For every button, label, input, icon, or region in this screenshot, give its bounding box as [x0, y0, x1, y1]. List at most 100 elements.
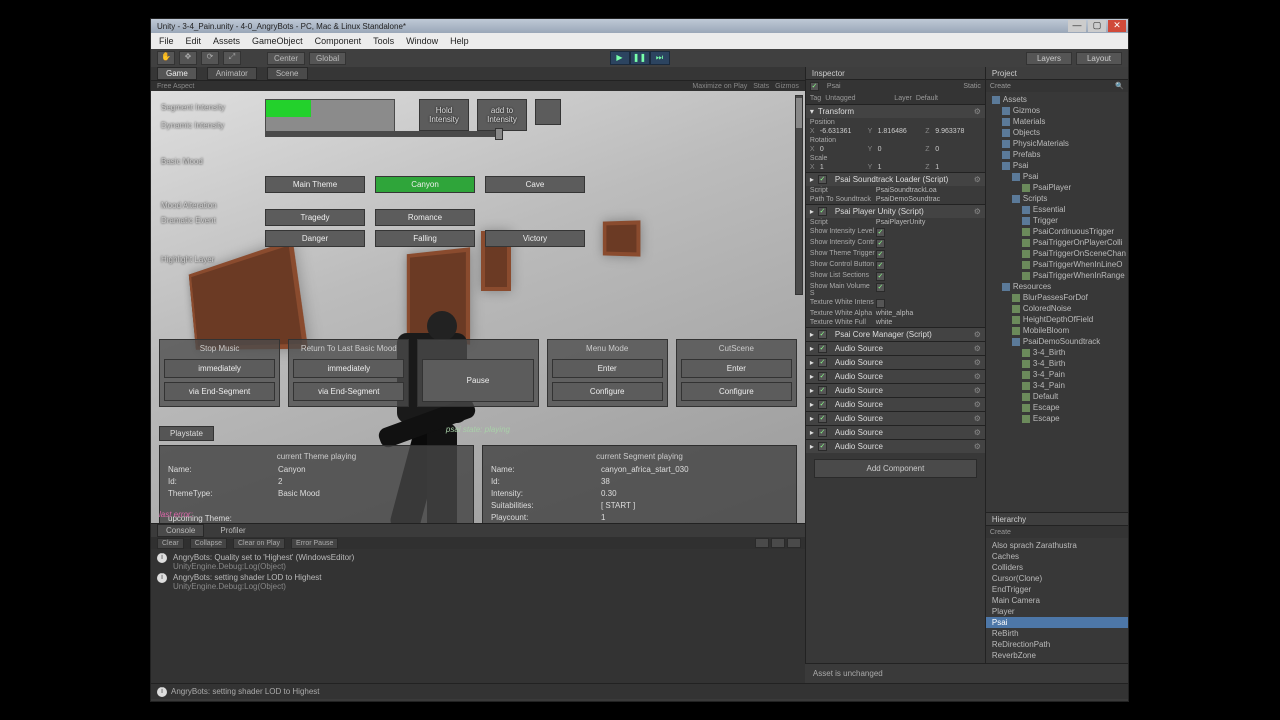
menu-tools[interactable]: Tools: [373, 36, 394, 46]
mood-danger[interactable]: Danger: [265, 230, 365, 247]
property-value[interactable]: white: [876, 319, 892, 326]
tab-animator[interactable]: Animator: [207, 67, 257, 80]
component-enabled-checkbox[interactable]: ✓: [818, 442, 827, 451]
component-enabled-checkbox[interactable]: ✓: [818, 400, 827, 409]
gear-icon[interactable]: ⚙: [974, 386, 981, 395]
play-button[interactable]: ▶: [610, 51, 630, 65]
hierarchy-item[interactable]: Cursor(Clone): [986, 573, 1128, 584]
theme-main[interactable]: Main Theme: [265, 176, 365, 193]
error-filter-icon[interactable]: [787, 538, 801, 548]
menu-help[interactable]: Help: [450, 36, 469, 46]
component-enabled-checkbox[interactable]: ✓: [818, 207, 827, 216]
playstate-tab[interactable]: Playstate: [159, 426, 214, 441]
move-tool-icon[interactable]: ✥: [179, 51, 197, 65]
theme-canyon[interactable]: Canyon: [375, 176, 475, 193]
space-toggle[interactable]: Global: [309, 52, 346, 65]
layer-dropdown[interactable]: Default: [916, 95, 981, 102]
menu-edit[interactable]: Edit: [186, 36, 202, 46]
hierarchy-create-dropdown[interactable]: Create: [990, 529, 1011, 536]
component-enabled-checkbox[interactable]: ✓: [818, 414, 827, 423]
menu-file[interactable]: File: [159, 36, 174, 46]
hierarchy-tree[interactable]: Also sprach ZarathustraCachesCollidersCu…: [986, 538, 1128, 663]
rotate-tool-icon[interactable]: ⟳: [201, 51, 219, 65]
theme-cave[interactable]: Cave: [485, 176, 585, 193]
tree-item[interactable]: 3-4_Pain: [986, 369, 1128, 380]
console-errorpause[interactable]: Error Pause: [291, 538, 338, 549]
mood-victory[interactable]: Victory: [485, 230, 585, 247]
gear-icon[interactable]: ⚙: [974, 358, 981, 367]
search-icon[interactable]: 🔍: [1115, 82, 1124, 90]
stats-toggle[interactable]: Stats: [753, 83, 769, 90]
hierarchy-item[interactable]: ReBirth: [986, 628, 1128, 639]
tree-item[interactable]: PsaiDemoSoundtrack: [986, 336, 1128, 347]
property-checkbox[interactable]: ✓: [876, 261, 885, 270]
add-component-button[interactable]: Add Component: [814, 459, 977, 478]
tree-item[interactable]: Trigger: [986, 215, 1128, 226]
intensity-slider[interactable]: [265, 131, 503, 137]
mood-romance[interactable]: Romance: [375, 209, 475, 226]
pause-button[interactable]: ❚❚: [630, 51, 650, 65]
component-enabled-checkbox[interactable]: ✓: [818, 175, 827, 184]
hierarchy-item[interactable]: ReDirectionPath: [986, 639, 1128, 650]
project-tree[interactable]: AssetsGizmosMaterialsObjectsPhysicMateri…: [986, 92, 1128, 512]
console-clearonplay[interactable]: Clear on Play: [233, 538, 285, 549]
gear-icon[interactable]: ⚙: [974, 414, 981, 423]
tree-item[interactable]: PhysicMaterials: [986, 138, 1128, 149]
log-entry[interactable]: i AngryBots: Quality set to 'Highest' (W…: [157, 553, 799, 571]
tree-item[interactable]: PsaiTriggerWhenInLineO: [986, 259, 1128, 270]
layout-dropdown[interactable]: Layout: [1076, 52, 1122, 65]
maximize-on-play[interactable]: Maximize on Play: [692, 83, 747, 90]
music-pause-button[interactable]: Pause: [422, 359, 533, 402]
console-body[interactable]: i AngryBots: Quality set to 'Highest' (W…: [151, 549, 805, 683]
console-clear[interactable]: Clear: [157, 538, 184, 549]
gear-icon[interactable]: ⚙: [974, 428, 981, 437]
hierarchy-item[interactable]: Also sprach Zarathustra: [986, 540, 1128, 551]
return-immediately-button[interactable]: immediately: [293, 359, 404, 378]
tree-item[interactable]: BlurPassesForDof: [986, 292, 1128, 303]
tree-item[interactable]: HeightDepthOfField: [986, 314, 1128, 325]
layers-dropdown[interactable]: Layers: [1026, 52, 1072, 65]
tree-item[interactable]: Scripts: [986, 193, 1128, 204]
scale-tool-icon[interactable]: ⤢: [223, 51, 241, 65]
hierarchy-item[interactable]: Caches: [986, 551, 1128, 562]
tree-item[interactable]: PsaiTriggerWhenInRange: [986, 270, 1128, 281]
property-checkbox[interactable]: ✓: [876, 283, 885, 292]
log-entry[interactable]: i AngryBots: setting shader LOD to Highe…: [157, 573, 799, 591]
intensity-extra-button[interactable]: [535, 99, 561, 125]
hold-intensity-button[interactable]: Hold Intensity: [419, 99, 469, 131]
property-checkbox[interactable]: ✓: [876, 272, 885, 281]
property-value[interactable]: PsaiPlayerUnity: [876, 219, 925, 226]
gear-icon[interactable]: ⚙: [974, 400, 981, 409]
tree-item[interactable]: Prefabs: [986, 149, 1128, 160]
tree-item[interactable]: PsaiPlayer: [986, 182, 1128, 193]
tree-item[interactable]: Default: [986, 391, 1128, 402]
component-enabled-checkbox[interactable]: ✓: [818, 330, 827, 339]
hierarchy-item[interactable]: ReverbZone: [986, 650, 1128, 661]
property-value[interactable]: PsaiDemoSoundtrac: [876, 196, 940, 203]
tree-item[interactable]: ColoredNoise: [986, 303, 1128, 314]
close-button[interactable]: ✕: [1108, 20, 1126, 32]
hierarchy-item[interactable]: Psai: [986, 617, 1128, 628]
gear-icon[interactable]: ⚙: [974, 344, 981, 353]
tree-item[interactable]: 3-4_Birth: [986, 358, 1128, 369]
tree-item[interactable]: Resources: [986, 281, 1128, 292]
tree-item[interactable]: Gizmos: [986, 105, 1128, 116]
aspect-dropdown[interactable]: Free Aspect: [157, 83, 194, 90]
tab-hierarchy[interactable]: Hierarchy: [992, 515, 1026, 524]
tab-console[interactable]: Console: [157, 524, 204, 537]
tree-item[interactable]: Psai: [986, 160, 1128, 171]
hand-tool-icon[interactable]: ✋: [157, 51, 175, 65]
maximize-button[interactable]: ▢: [1088, 20, 1106, 32]
warning-filter-icon[interactable]: [771, 538, 785, 548]
property-checkbox[interactable]: ✓: [876, 250, 885, 259]
mood-falling[interactable]: Falling: [375, 230, 475, 247]
hierarchy-item[interactable]: Player: [986, 606, 1128, 617]
tree-item[interactable]: MobileBloom: [986, 325, 1128, 336]
component-enabled-checkbox[interactable]: ✓: [818, 428, 827, 437]
tab-project[interactable]: Project: [992, 69, 1017, 78]
property-checkbox[interactable]: ✓: [876, 228, 885, 237]
gear-icon[interactable]: ⚙: [974, 330, 981, 339]
cutscene-enter-button[interactable]: Enter: [681, 359, 792, 378]
tree-item[interactable]: PsaiContinuousTrigger: [986, 226, 1128, 237]
tab-game[interactable]: Game: [157, 67, 197, 80]
